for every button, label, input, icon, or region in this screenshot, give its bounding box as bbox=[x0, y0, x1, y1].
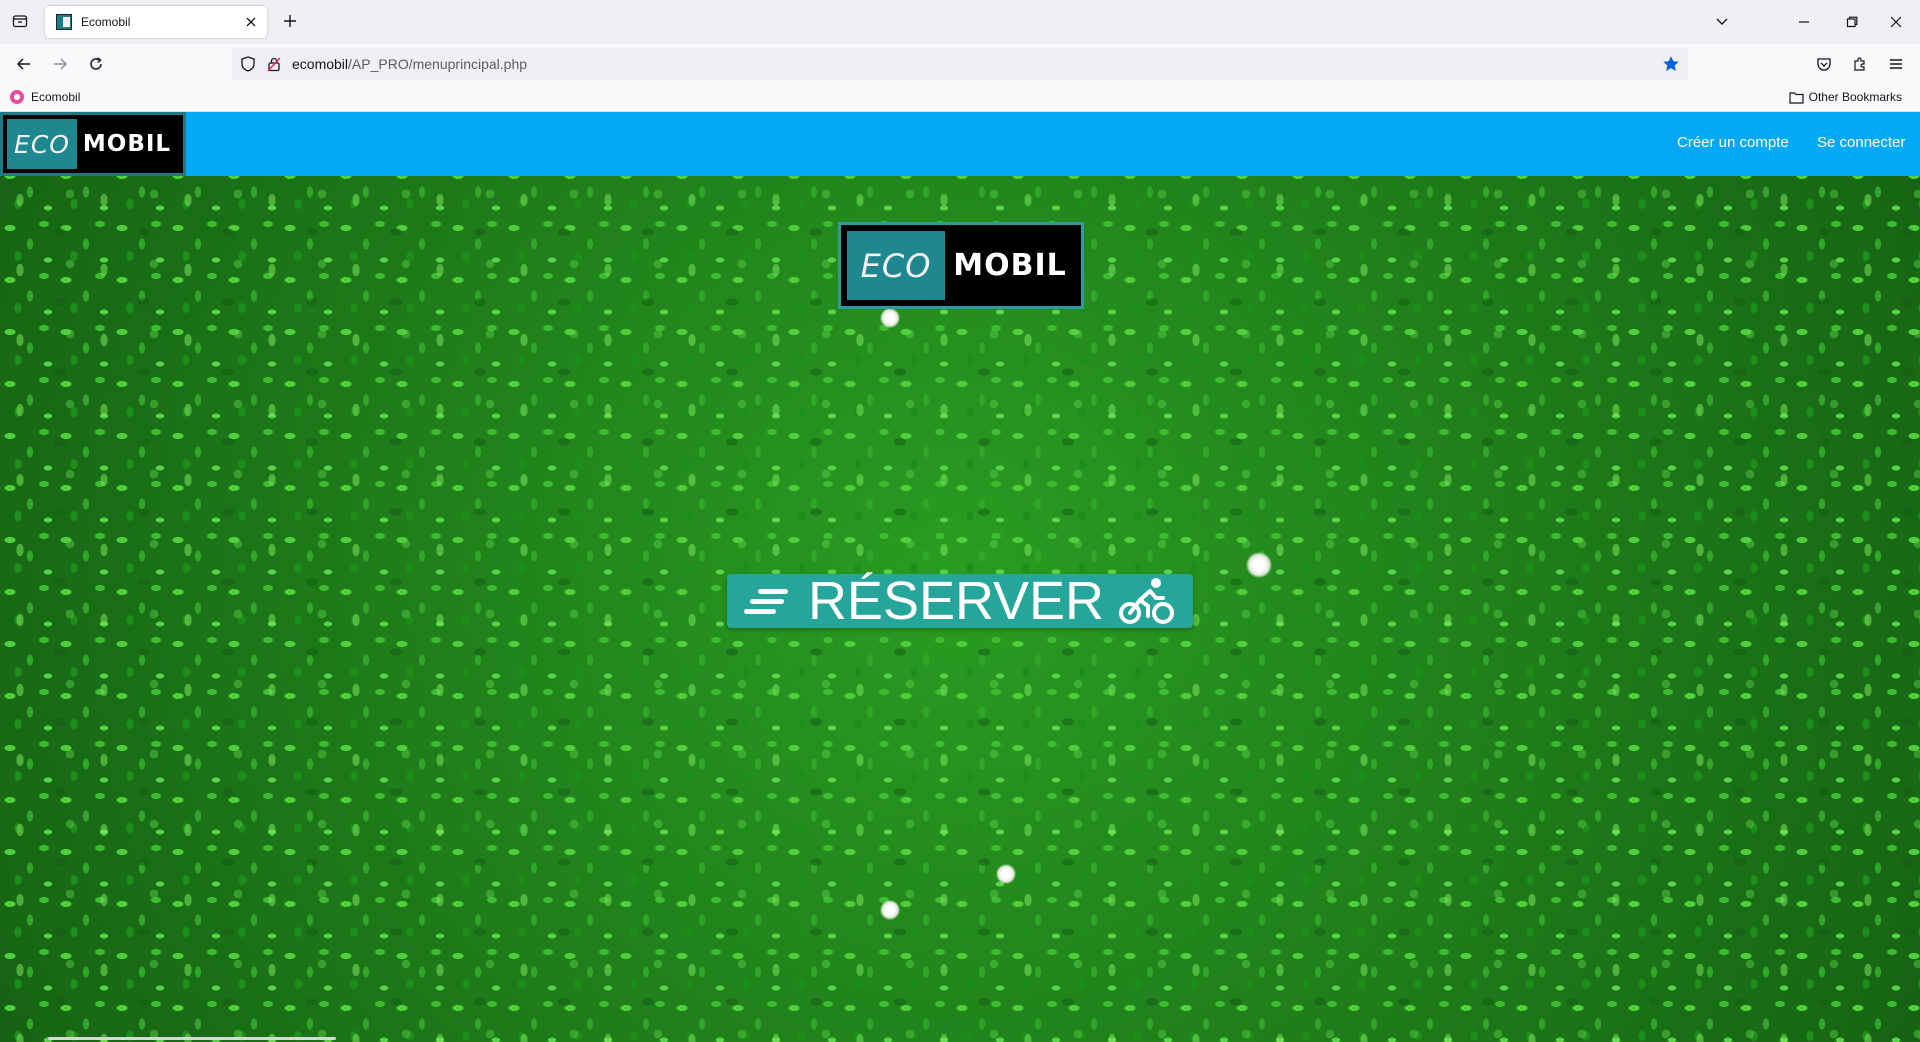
close-icon[interactable] bbox=[239, 10, 263, 34]
menu-icon[interactable] bbox=[1884, 52, 1908, 76]
reserve-button[interactable]: RÉSERVER bbox=[727, 574, 1193, 628]
login-link[interactable]: Se connecter bbox=[1817, 134, 1905, 151]
ecomobil-favicon-icon bbox=[56, 14, 72, 30]
lock-icon[interactable] bbox=[266, 56, 282, 72]
reserve-label: RÉSERVER bbox=[807, 571, 1105, 631]
browser-tab-bar: Ecomobil bbox=[0, 0, 1920, 44]
url-path: /AP_PRO/menuprincipal.php bbox=[348, 56, 528, 72]
minimize-icon[interactable] bbox=[1790, 8, 1818, 36]
hero-logo: ECO MOBIL bbox=[838, 222, 1084, 309]
hero-logo-mobil-text: MOBIL bbox=[953, 248, 1067, 283]
page-content: ECO MOBIL Créer un compte Se connecter E… bbox=[0, 112, 1920, 1042]
restore-icon[interactable] bbox=[1838, 8, 1866, 36]
clover-flower-decoration bbox=[1246, 552, 1272, 578]
tab-title: Ecomobil bbox=[81, 15, 131, 29]
back-icon[interactable] bbox=[12, 52, 36, 76]
clover-flower-decoration bbox=[996, 864, 1016, 884]
bookmark-ecomobil[interactable]: Ecomobil bbox=[10, 90, 80, 104]
chevron-down-icon[interactable] bbox=[1712, 11, 1732, 31]
bookmark-favicon-icon bbox=[10, 90, 24, 104]
bicycle-icon bbox=[1119, 578, 1175, 624]
navigation-toolbar: ecomobil/AP_PRO/menuprincipal.php bbox=[0, 44, 1920, 84]
extensions-icon[interactable] bbox=[1848, 52, 1872, 76]
hero-logo-eco-text: ECO bbox=[847, 231, 945, 300]
url-bar[interactable]: ecomobil/AP_PRO/menuprincipal.php bbox=[232, 48, 1688, 80]
clover-flower-decoration bbox=[880, 308, 900, 328]
horizontal-scrollbar[interactable] bbox=[48, 1037, 336, 1040]
shield-icon[interactable] bbox=[240, 56, 256, 72]
plus-icon[interactable] bbox=[280, 11, 300, 31]
url-host: ecomobil bbox=[292, 56, 349, 72]
active-tab[interactable]: Ecomobil bbox=[45, 6, 267, 38]
site-header: ECO MOBIL Créer un compte Se connecter bbox=[0, 112, 1920, 176]
bars-icon bbox=[743, 589, 788, 614]
logo-mobil-text: MOBIL bbox=[82, 131, 172, 157]
star-icon[interactable] bbox=[1662, 55, 1680, 73]
bookmarks-toolbar: Ecomobil Other Bookmarks bbox=[0, 84, 1920, 112]
folder-icon bbox=[1789, 91, 1804, 104]
logo-eco-text: ECO bbox=[7, 119, 77, 169]
other-bookmarks[interactable]: Other Bookmarks bbox=[1789, 90, 1902, 104]
reload-icon[interactable] bbox=[84, 52, 108, 76]
tab-list-icon[interactable] bbox=[10, 11, 30, 31]
other-bookmarks-label: Other Bookmarks bbox=[1808, 90, 1902, 104]
pocket-icon[interactable] bbox=[1812, 52, 1836, 76]
bookmark-label: Ecomobil bbox=[31, 90, 81, 104]
create-account-link[interactable]: Créer un compte bbox=[1677, 134, 1789, 151]
url-text[interactable]: ecomobil/AP_PRO/menuprincipal.php bbox=[292, 56, 527, 72]
clover-flower-decoration bbox=[880, 900, 900, 920]
close-window-icon[interactable] bbox=[1882, 8, 1910, 36]
forward-icon[interactable] bbox=[48, 52, 72, 76]
header-logo[interactable]: ECO MOBIL bbox=[0, 112, 186, 176]
